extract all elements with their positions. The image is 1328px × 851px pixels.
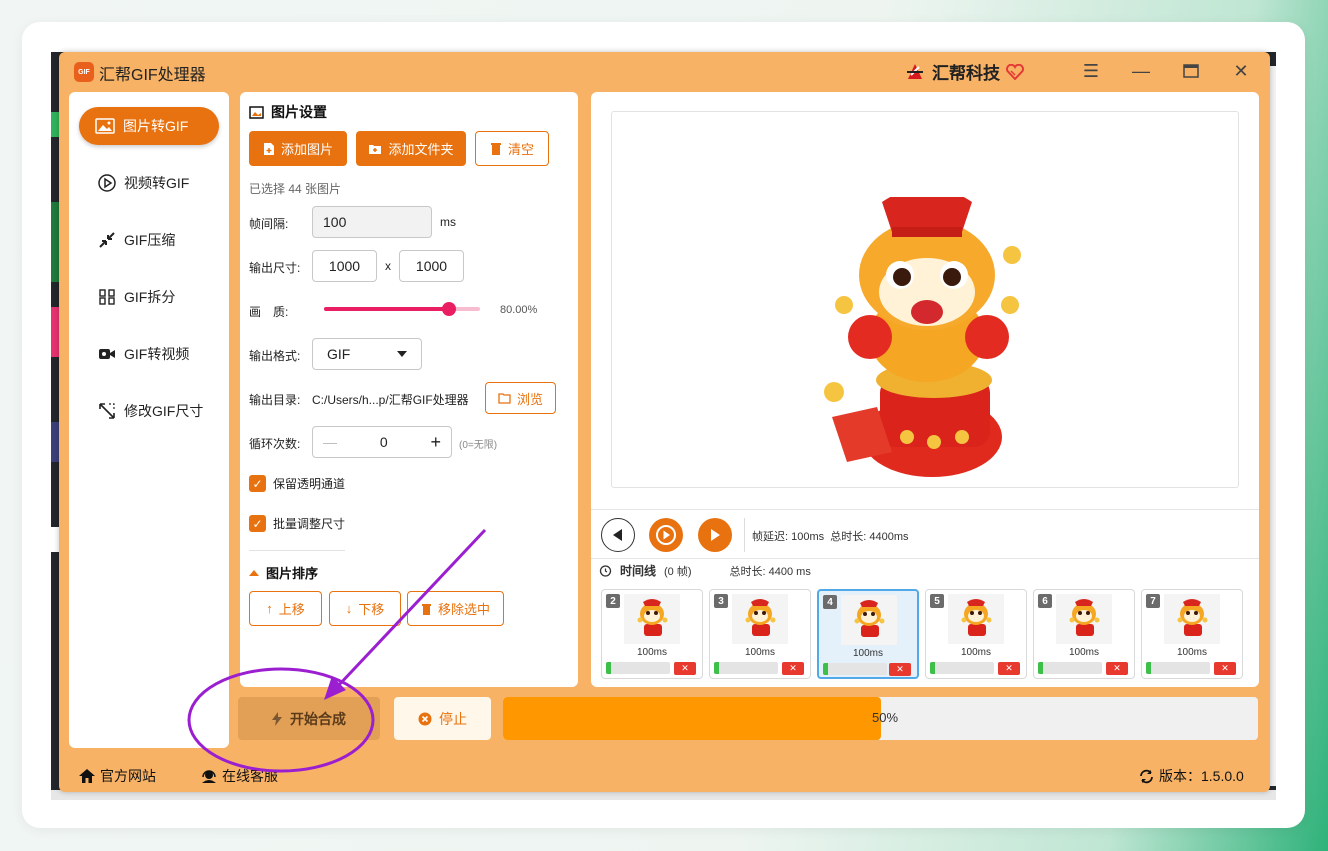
annotation-overlay	[187, 528, 487, 773]
annotation-ellipse	[187, 667, 375, 773]
annotation-arrow	[336, 528, 487, 688]
